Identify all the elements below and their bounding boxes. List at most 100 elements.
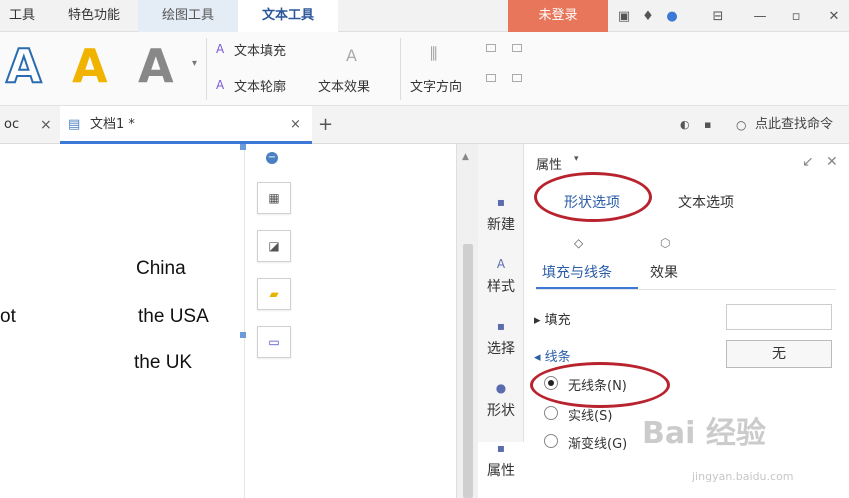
document-line-3[interactable]: the UK xyxy=(134,352,192,374)
menu-bar: 工具 特色功能 绘图工具 文本工具 未登录 ▣ ♦ ● ⊟ — ▫ ✕ xyxy=(0,0,849,33)
text-outline-button[interactable]: 文本轮廓 xyxy=(234,76,286,95)
margin-guide xyxy=(244,144,245,498)
selection-handle[interactable] xyxy=(240,144,246,150)
document-tabs: oc × ▤ 文档1 * × + ◐ ▪ ○ 点此查找命令 xyxy=(0,106,849,144)
baidu-watermark: Bai 经验 xyxy=(642,416,766,451)
ribbon-divider xyxy=(206,38,207,100)
close-icon[interactable]: ✕ xyxy=(826,8,842,24)
sidebar-item-label: 选择 xyxy=(487,341,515,357)
layout-icon: ▦ xyxy=(268,191,280,205)
text-effect-button[interactable]: 文本效果 xyxy=(318,76,370,95)
gradient-line-label[interactable]: 渐变线(G) xyxy=(568,433,627,452)
annotation-ellipse-no-line xyxy=(530,362,670,408)
outline-color-button[interactable]: ▭ xyxy=(257,326,291,358)
text-effect-icon: A xyxy=(346,46,357,65)
tab-fill-and-line[interactable]: 填充与线条 xyxy=(542,262,612,282)
text-style-gold-button[interactable]: A xyxy=(72,40,108,92)
link-icon[interactable] xyxy=(486,44,496,52)
new-tab-button[interactable]: + xyxy=(318,106,333,144)
tab-tools[interactable]: 工具 xyxy=(0,0,44,32)
app-window: 工具 特色功能 绘图工具 文本工具 未登录 ▣ ♦ ● ⊟ — ▫ ✕ A A … xyxy=(0,0,849,498)
ribbon-divider xyxy=(400,38,401,100)
minimize-icon[interactable]: — xyxy=(752,8,768,24)
align-icon[interactable] xyxy=(486,74,496,82)
vertical-scrollbar[interactable]: ▲ xyxy=(456,144,478,498)
collapse-icon[interactable]: − xyxy=(266,152,278,164)
chevron-down-icon[interactable]: ▾ xyxy=(574,154,579,164)
close-panel-icon[interactable]: ✕ xyxy=(826,154,838,170)
scroll-up-icon[interactable]: ▲ xyxy=(462,152,469,162)
solid-line-radio[interactable] xyxy=(544,406,558,420)
text-direction-button[interactable]: 文字方向 xyxy=(410,76,462,95)
gradient-line-radio[interactable] xyxy=(544,434,558,448)
maximize-icon[interactable]: ▫ xyxy=(788,8,804,24)
tab-text-tools[interactable]: 文本工具 xyxy=(238,0,338,33)
command-search[interactable]: 点此查找命令 xyxy=(755,106,833,144)
sidebar-item-label: 新建 xyxy=(487,217,515,233)
document-line-2[interactable]: the USA xyxy=(138,306,209,328)
tab-special-features[interactable]: 特色功能 xyxy=(50,0,138,32)
close-tab-icon[interactable]: × xyxy=(40,106,52,144)
tab-effects[interactable]: 效果 xyxy=(650,262,678,282)
fill-color-button[interactable]: ▰ xyxy=(257,278,291,310)
tab-document-1[interactable]: ▤ 文档1 * × xyxy=(60,106,312,144)
fill-section-label: 填充 xyxy=(544,313,571,328)
baidu-watermark-url: jingyan.baidu.com xyxy=(692,470,794,483)
sidebar-item-select[interactable]: ▪ 选择 xyxy=(478,320,524,358)
shirt-icon[interactable]: ♦ xyxy=(640,8,656,24)
task-pane-toolbar: ▪ 新建 A 样式 ▪ 选择 ● 形状 ▪ 属性 xyxy=(478,144,524,498)
text-outline-icon: A xyxy=(216,78,225,92)
ribbon: A A A ▾ A 文本填充 A 文本轮廓 A 文本效果 ⫼ 文字方向 xyxy=(0,32,849,106)
skin-icon[interactable]: ▣ xyxy=(616,8,632,24)
tab-previous-document[interactable]: oc xyxy=(4,106,19,144)
line-color-dropdown[interactable]: 无 xyxy=(726,340,832,368)
document-canvas[interactable]: China ot the USA the UK xyxy=(0,144,456,498)
text-fill-button[interactable]: 文本填充 xyxy=(234,40,286,59)
sidebar-item-shape[interactable]: ● 形状 xyxy=(478,382,524,420)
restore-icon[interactable]: ⊟ xyxy=(710,8,726,24)
text-fill-icon: A xyxy=(216,42,225,56)
selection-handle[interactable] xyxy=(240,332,246,338)
undo-icon[interactable]: ◐ xyxy=(680,106,690,144)
window-icon[interactable]: ▪ xyxy=(704,106,711,144)
document-tab-label: 文档1 * xyxy=(90,117,135,132)
fill-bucket-icon: ▰ xyxy=(269,287,279,301)
tab-text-options[interactable]: 文本选项 xyxy=(678,192,734,212)
fill-color-dropdown[interactable] xyxy=(726,304,832,330)
annotation-ellipse-shape-options xyxy=(534,172,652,222)
fill-section-toggle[interactable]: ▸ 填充 xyxy=(534,309,571,328)
sidebar-item-label: 属性 xyxy=(487,463,515,479)
dock-icon[interactable]: ↙ xyxy=(802,154,814,170)
layout-options-button[interactable]: ▦ xyxy=(257,182,291,214)
document-icon: ▤ xyxy=(68,117,81,132)
sidebar-item-label: 形状 xyxy=(487,403,515,419)
line-section-toggle[interactable]: ◂ 线条 xyxy=(534,346,571,365)
document-line-1[interactable]: China xyxy=(136,258,186,280)
select-icon: ▪ xyxy=(496,319,506,333)
outline-pen-icon: ▭ xyxy=(268,335,280,349)
document-fragment[interactable]: ot xyxy=(0,306,16,328)
search-icon[interactable]: ○ xyxy=(736,106,746,144)
login-button[interactable]: 未登录 xyxy=(508,0,608,32)
help-icon[interactable]: ● xyxy=(664,8,680,24)
scrollbar-thumb[interactable] xyxy=(463,244,473,498)
sidebar-item-new[interactable]: ▪ 新建 xyxy=(478,196,524,234)
sidebar-item-label: 样式 xyxy=(487,279,515,295)
tab-drawing-tools[interactable]: 绘图工具 xyxy=(138,0,238,32)
text-style-gray-button[interactable]: A xyxy=(138,40,174,92)
sidebar-item-style[interactable]: A 样式 xyxy=(478,258,524,296)
line-section-label: 线条 xyxy=(544,350,571,365)
sidebar-item-properties[interactable]: ▪ 属性 xyxy=(478,442,524,498)
properties-icon: ▪ xyxy=(496,441,506,455)
subtab-divider xyxy=(536,289,836,290)
close-tab-icon[interactable]: × xyxy=(290,106,301,144)
style-more-icon[interactable]: ▾ xyxy=(192,58,197,69)
panel-title[interactable]: 属性 xyxy=(536,154,562,173)
text-style-outline-button[interactable]: A xyxy=(5,39,43,93)
wrap-icon[interactable] xyxy=(512,74,522,82)
text-direction-icon: ⫼ xyxy=(430,44,438,63)
shape-icon: ● xyxy=(495,381,507,395)
edit-shape-button[interactable]: ◪ xyxy=(257,230,291,262)
eye-icon[interactable] xyxy=(512,44,522,52)
edit-icon: ◪ xyxy=(268,239,280,253)
